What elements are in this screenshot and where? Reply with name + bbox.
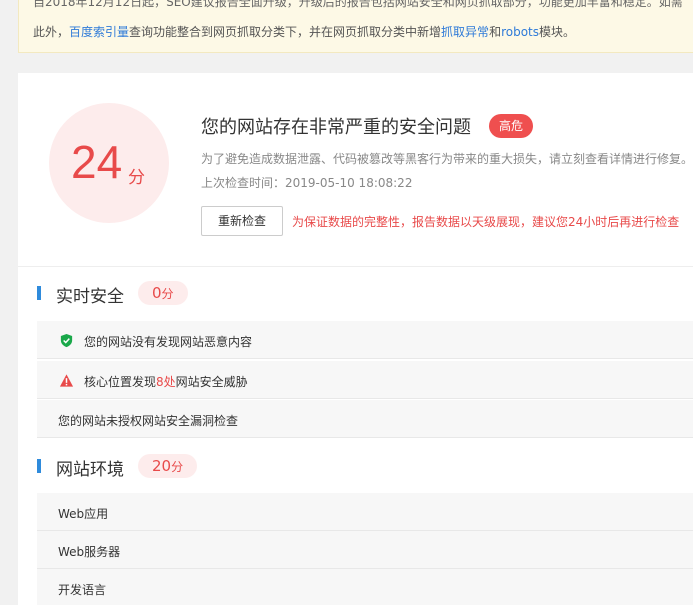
environment-score: 20 (152, 457, 172, 475)
environment-score-unit: 分 (171, 460, 184, 474)
threat-prefix: 核心位置发现 (84, 375, 157, 389)
realtime-score-unit: 分 (161, 287, 174, 301)
vulnerability-check-text: 您的网站未授权网站安全漏洞检查 (58, 414, 239, 428)
environment-score-badge: 20分 (138, 454, 198, 478)
robots-link[interactable]: robots (501, 25, 539, 39)
notice-mid: 查询功能整合到网页抓取分类下，并在网页抓取分类中新增 (129, 25, 442, 39)
security-description: 为了避免造成数据泄露、代码被篡改等黑客行为带来的重大损失，请立刻查看详情进行修复… (201, 152, 693, 166)
list-item-web-app[interactable]: Web应用 (37, 493, 693, 531)
notice-and: 和 (489, 25, 502, 39)
notice-suffix: 模块。 (539, 25, 576, 39)
security-report-card: 24 分 您的网站存在非常严重的安全问题 高危 为了避免造成数据泄露、代码被篡改… (18, 73, 693, 605)
overall-score-unit: 分 (128, 168, 145, 188)
web-app-label: Web应用 (58, 507, 109, 521)
recheck-note: 为保证数据的完整性，报告数据以天级展现，建议您24小时后再进行检查 (292, 215, 680, 229)
section-title-realtime: 实时安全 (56, 287, 124, 307)
security-headline: 您的网站存在非常严重的安全问题 (201, 117, 471, 138)
divider (18, 266, 693, 267)
threat-suffix: 网站安全威胁 (175, 375, 248, 389)
shield-check-icon (60, 333, 73, 348)
security-threat-text: 核心位置发现8处网站安全威胁 (84, 373, 248, 390)
dev-language-label: 开发语言 (58, 583, 107, 597)
section-marker (37, 286, 41, 300)
upgrade-notice: 自2018年12月12日起，SEO建议报告全面升级，升级后的报告包括网站安全和网… (18, 0, 693, 53)
notice-text-line1: 自2018年12月12日起，SEO建议报告全面升级，升级后的报告包括网站安全和网… (33, 0, 683, 9)
web-server-label: Web服务器 (58, 545, 121, 559)
list-item-vulnerability-check[interactable]: 您的网站未授权网站安全漏洞检查 (37, 400, 693, 438)
index-volume-link[interactable]: 百度索引量 (69, 25, 129, 39)
risk-level-badge: 高危 (489, 114, 533, 138)
overall-score: 24 (71, 136, 123, 188)
realtime-score-badge: 0分 (138, 281, 188, 305)
notice-prefix: 此外， (33, 25, 70, 39)
crawl-exception-link[interactable]: 抓取异常 (441, 25, 489, 39)
malicious-content-text: 您的网站没有发现网站恶意内容 (84, 335, 253, 349)
list-item-malicious-content[interactable]: 您的网站没有发现网站恶意内容 (37, 321, 693, 359)
list-item-web-server[interactable]: Web服务器 (37, 531, 693, 569)
recheck-button[interactable]: 重新检查 (201, 206, 283, 236)
threat-count: 8处 (156, 375, 176, 389)
list-item-dev-language[interactable]: 开发语言 (37, 569, 693, 605)
last-check-time: 上次检查时间：2019-05-10 18:08:22 (201, 176, 413, 190)
notice-text-line2: 此外，百度索引量查询功能整合到网页抓取分类下，并在网页抓取分类中新增抓取异常和r… (33, 23, 575, 40)
section-marker (37, 459, 41, 473)
warning-triangle-icon (59, 374, 74, 387)
section-title-environment: 网站环境 (56, 460, 124, 480)
score-circle: 24 分 (49, 103, 169, 223)
realtime-score: 0 (152, 284, 162, 302)
list-item-security-threat[interactable]: 核心位置发现8处网站安全威胁 (37, 361, 693, 399)
